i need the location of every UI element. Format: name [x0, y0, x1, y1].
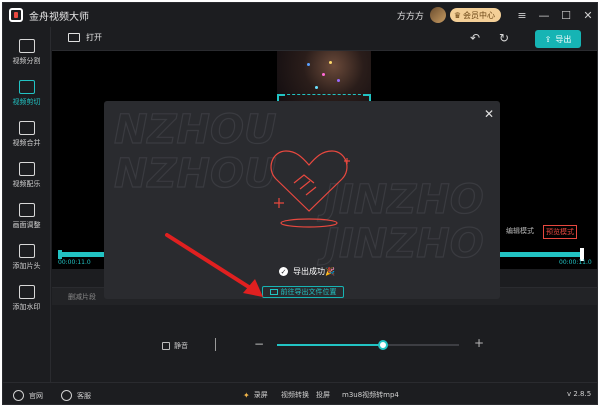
status-bar: 官网 客服 ✦ 录屏 视频转换 投屏 m3u8视频转mp4 v 2.8.5 — [3, 382, 597, 404]
music-icon — [18, 161, 35, 176]
merge-icon — [18, 120, 35, 135]
volume-down-icon[interactable]: − — [254, 337, 264, 351]
end-time: 00:00:11.0 — [559, 259, 592, 266]
sidebar-item-label: 视频剪切 — [12, 97, 41, 106]
sidebar-item-label: 视频配乐 — [12, 179, 41, 188]
close-icon[interactable]: ✕ — [577, 3, 597, 27]
undo-icon[interactable]: ↶ — [470, 31, 480, 45]
edit-mode-tab[interactable]: 编辑模式 — [506, 226, 534, 236]
globe-icon — [13, 390, 24, 401]
maximize-icon[interactable]: ☐ — [555, 3, 577, 27]
volume-fill — [277, 344, 383, 346]
tool-link-record[interactable]: ✦ 录屏 — [243, 390, 268, 400]
open-button[interactable]: 打开 — [68, 32, 102, 43]
vip-label: 会员中心 — [463, 10, 495, 20]
export-label: 导出 — [555, 34, 572, 44]
tab-delete-clip[interactable]: 删减片段 — [68, 292, 96, 302]
star-icon: ✦ — [243, 390, 250, 400]
redo-icon[interactable]: ↻ — [499, 31, 509, 45]
mute-checkbox[interactable] — [162, 342, 170, 350]
menu-icon[interactable]: ≡ — [511, 3, 533, 27]
tool-link-convert[interactable]: 视频转换 — [281, 390, 309, 400]
preview-mode-tab[interactable]: 预览模式 — [543, 225, 577, 239]
tool-link-m3u8[interactable]: m3u8视频转mp4 — [342, 390, 399, 400]
support-label: 客服 — [77, 391, 91, 400]
sidebar-item-watermark[interactable]: 添加水印 — [3, 278, 50, 318]
app-title: 金舟视频大师 — [29, 11, 89, 23]
headset-icon — [61, 390, 72, 401]
title-bar: 金舟视频大师 方方方 ♛ 会员中心 ≡ — ☐ ✕ — [3, 3, 597, 27]
sidebar-item-adjust[interactable]: 画面调整 — [3, 196, 50, 236]
volume-handle[interactable] — [377, 340, 388, 350]
handshake-icon — [270, 150, 350, 228]
divider — [215, 338, 216, 351]
dialog-close-icon[interactable]: ✕ — [484, 107, 494, 121]
export-success-message: ✓ 导出成功🎉 — [279, 266, 335, 277]
timeline-start-handle[interactable] — [58, 250, 62, 259]
upload-icon: ⇪ — [544, 34, 552, 44]
sidebar-item-label: 画面调整 — [12, 220, 41, 229]
app-logo-icon — [9, 8, 23, 22]
sidebar-item-label: 添加水印 — [12, 302, 41, 311]
start-time: 00:00:11.0 — [58, 259, 91, 266]
app-window: 金舟视频大师 方方方 ♛ 会员中心 ≡ — ☐ ✕ 视频分割 视频剪切 视频合并 — [2, 2, 598, 405]
version-label: v 2.8.5 — [567, 390, 592, 398]
tool-link-cast[interactable]: 投屏 — [316, 390, 330, 400]
sidebar-item-cut[interactable]: 视频剪切 — [3, 73, 50, 113]
folder-icon — [68, 33, 80, 42]
sidebar-item-label: 添加片头 — [12, 261, 41, 270]
scissors-icon — [18, 79, 35, 94]
website-link[interactable]: 官网 — [13, 390, 43, 401]
adjust-icon — [18, 202, 35, 217]
toolbar: 打开 ↶ ↻ ⇪ 导出 — [52, 27, 597, 51]
annotation-arrow — [165, 233, 263, 297]
volume-up-icon[interactable]: + — [474, 336, 484, 350]
sidebar-item-label: 视频分割 — [12, 56, 41, 65]
open-export-folder-button[interactable]: 前往导出文件位置 — [262, 286, 344, 298]
sidebar-item-music[interactable]: 视频配乐 — [3, 155, 50, 195]
sidebar-item-label: 视频合并 — [12, 138, 41, 147]
sidebar-item-split[interactable]: 视频分割 — [3, 32, 50, 72]
minimize-icon[interactable]: — — [533, 3, 555, 27]
sidebar-item-merge[interactable]: 视频合并 — [3, 114, 50, 154]
svg-text:NZHOU: NZHOU — [114, 151, 276, 197]
mute-label: 静音 — [174, 342, 188, 350]
website-label: 官网 — [29, 391, 43, 400]
sidebar: 视频分割 视频剪切 视频合并 视频配乐 画面调整 添加片头 添加水印 — [3, 27, 51, 382]
export-button[interactable]: ⇪ 导出 — [535, 30, 581, 48]
open-label: 打开 — [86, 33, 102, 42]
support-link[interactable]: 客服 — [61, 390, 91, 401]
avatar[interactable] — [429, 7, 446, 23]
watermark-icon — [18, 284, 35, 299]
goto-label: 前往导出文件位置 — [280, 288, 337, 296]
add-intro-icon — [18, 243, 35, 258]
check-icon: ✓ — [279, 267, 288, 276]
vip-center-button[interactable]: ♛ 会员中心 — [449, 8, 501, 22]
svg-text:NZHOU: NZHOU — [114, 107, 276, 153]
split-icon — [18, 38, 35, 53]
mute-toggle[interactable]: 静音 — [162, 341, 188, 351]
username[interactable]: 方方方 — [397, 9, 424, 22]
crown-icon: ♛ — [453, 10, 461, 20]
success-text: 导出成功🎉 — [293, 267, 335, 276]
sidebar-item-intro[interactable]: 添加片头 — [3, 237, 50, 277]
tool-label: 录屏 — [253, 391, 268, 399]
